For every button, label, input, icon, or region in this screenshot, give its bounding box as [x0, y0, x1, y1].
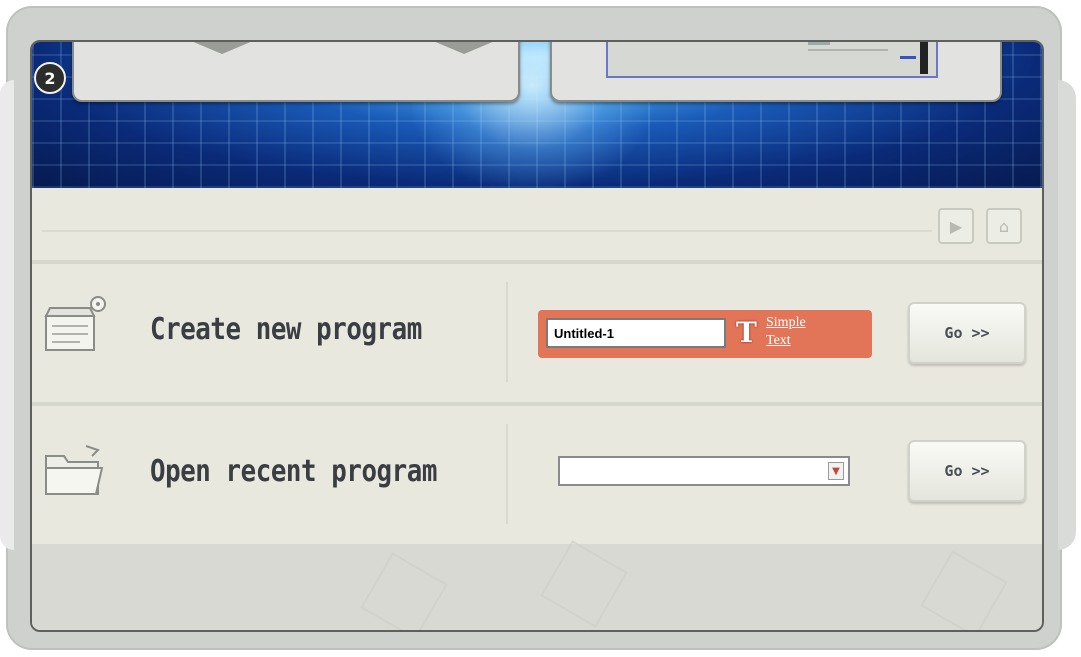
- thumbnail-left[interactable]: [72, 42, 520, 102]
- simple-text-link[interactable]: Simple Text: [766, 314, 826, 350]
- thumbnail-preview: [606, 42, 938, 78]
- thumbnail-shape: [426, 42, 502, 54]
- step-number-badge: 2: [34, 62, 66, 94]
- new-document-icon: [44, 296, 106, 351]
- open-recent-label: Open recent program: [150, 454, 437, 489]
- preview-line: [808, 49, 888, 51]
- thumbnail-right[interactable]: [550, 42, 1002, 102]
- open-recent-row: Open recent program ▼ Go >>: [32, 406, 1042, 544]
- row-divider: [506, 424, 508, 524]
- footer-area: [32, 540, 1042, 630]
- footer-decoration: [540, 540, 628, 628]
- open-folder-icon: [45, 445, 104, 495]
- program-name-input[interactable]: Untitled-1: [546, 318, 726, 348]
- footer-decoration: [920, 550, 1008, 630]
- forward-button[interactable]: ▶: [938, 208, 974, 244]
- program-name-box: Untitled-1 T Simple Text: [538, 310, 872, 358]
- toolbar-rule: [42, 230, 932, 232]
- play-arrow-icon: ▶: [949, 216, 963, 236]
- chevron-down-icon[interactable]: ▼: [828, 462, 844, 480]
- preview-line: [808, 42, 830, 45]
- recent-program-select[interactable]: ▼: [558, 456, 850, 486]
- home-icon: ⌂: [998, 216, 1010, 236]
- text-tool-icon: T: [736, 316, 757, 349]
- panel-screen: 2 ▶ ⌂ Create new program Untitled-1 T Si…: [30, 40, 1044, 632]
- link-line: Text: [766, 333, 791, 348]
- footer-decoration: [360, 552, 448, 630]
- create-program-row: Create new program Untitled-1 T Simple T…: [32, 264, 1042, 406]
- thumbnail-shape: [184, 42, 260, 54]
- header-banner: 2: [32, 42, 1042, 188]
- create-go-button[interactable]: Go >>: [908, 302, 1026, 364]
- home-button[interactable]: ⌂: [986, 208, 1022, 244]
- preview-scrollbar: [920, 42, 928, 74]
- toolbar: ▶ ⌂: [32, 188, 1042, 264]
- link-line: Simple: [766, 315, 806, 330]
- frame-side-tab-left: [0, 80, 14, 550]
- create-program-label: Create new program: [150, 312, 422, 347]
- frame-side-tab-right: [1058, 80, 1076, 550]
- recent-go-button[interactable]: Go >>: [908, 440, 1026, 502]
- row-divider: [506, 282, 508, 382]
- preview-bar: [900, 56, 916, 59]
